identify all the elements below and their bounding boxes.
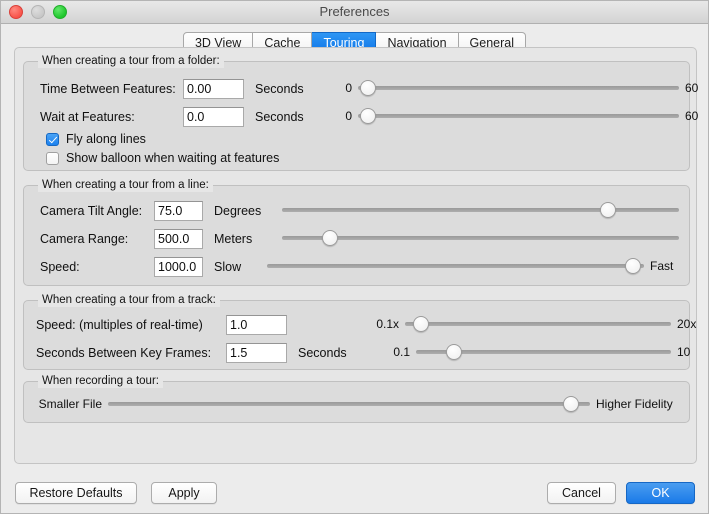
input-camera-tilt-angle[interactable] [154, 201, 203, 221]
restore-defaults-button[interactable]: Restore Defaults [15, 482, 137, 504]
label-speed-track: Speed: (multiples of real-time) [36, 318, 203, 332]
zoom-window-icon[interactable] [53, 5, 67, 19]
slider-thumb[interactable] [446, 344, 463, 360]
slider-time-between-features[interactable]: 0 60 [345, 78, 698, 98]
input-speed-line[interactable] [154, 257, 203, 277]
unit-camera-tilt-angle: Degrees [214, 204, 262, 218]
row-seconds-between-key-frames: Seconds Between Key Frames: Seconds [36, 342, 347, 364]
slider-min-recording-fidelity: Smaller File [38, 397, 102, 411]
group-recording-a-tour: When recording a tour: Smaller File High… [23, 374, 690, 423]
slider-recording-fidelity[interactable]: Smaller File Higher Fidelity [39, 394, 673, 414]
touring-tab-panel: When creating a tour from a folder: Time… [14, 47, 698, 464]
slider-thumb[interactable] [359, 80, 376, 96]
group-title-line: When creating a tour from a line: [38, 178, 213, 192]
row-camera-tilt-angle: Camera Tilt Angle: Degrees [40, 200, 276, 222]
slider-thumb[interactable] [321, 230, 338, 246]
unit-camera-range: Meters [214, 232, 253, 246]
preferences-window: Preferences 3D View Cache Touring Naviga… [0, 0, 709, 514]
slider-max-time-between-features: 60 [685, 81, 699, 95]
label-seconds-between-key-frames: Seconds Between Key Frames: [36, 346, 212, 360]
checkbox-label-show-balloon: Show balloon when waiting at features [66, 151, 280, 165]
group-title-track: When creating a tour from a track: [38, 293, 220, 307]
group-tour-from-track: When creating a tour from a track: Speed… [23, 293, 696, 370]
traffic-lights [9, 1, 67, 23]
slider-track [405, 322, 671, 326]
titlebar: Preferences [1, 1, 708, 24]
minimize-window-icon[interactable] [31, 5, 45, 19]
close-window-icon[interactable] [9, 5, 23, 19]
slider-thumb[interactable] [412, 316, 429, 332]
label-camera-tilt-angle: Camera Tilt Angle: [40, 204, 143, 218]
row-time-between-features: Time Between Features: Seconds [40, 78, 304, 100]
slider-min-speed-track: 0.1x [376, 317, 399, 331]
slider-max-speed-line: Fast [650, 259, 674, 273]
slider-track [282, 208, 679, 212]
unit-seconds-between-key-frames: Seconds [298, 346, 347, 360]
row-wait-at-features: Wait at Features: Seconds [40, 106, 304, 128]
group-title-recording: When recording a tour: [38, 374, 163, 388]
slider-min-wait-at-features: 0 [345, 109, 352, 123]
window-title: Preferences [319, 4, 390, 19]
group-tour-from-line: When creating a tour from a line: Camera… [23, 178, 690, 286]
label-time-between-features: Time Between Features: [40, 82, 176, 96]
input-wait-at-features[interactable] [183, 107, 244, 127]
label-wait-at-features: Wait at Features: [40, 110, 135, 124]
row-speed-line: Speed: Slow [40, 256, 276, 278]
slider-track [358, 86, 679, 90]
slider-max-speed-track: 20x [677, 317, 697, 331]
slider-speed-track[interactable]: 0.1x 20x [376, 314, 696, 334]
slider-thumb[interactable] [562, 396, 579, 412]
slider-thumb[interactable] [599, 202, 616, 218]
input-seconds-between-key-frames[interactable] [226, 343, 287, 363]
slider-min-time-between-features: 0 [345, 81, 352, 95]
checkbox-label-fly-along-lines: Fly along lines [66, 132, 146, 146]
checkbox-show-balloon[interactable]: Show balloon when waiting at features [46, 151, 279, 165]
unit-wait-at-features: Seconds [255, 110, 304, 124]
input-camera-range[interactable] [154, 229, 203, 249]
group-title-folder: When creating a tour from a folder: [38, 54, 224, 68]
cancel-button[interactable]: Cancel [547, 482, 616, 504]
slider-max-seconds-between-key-frames: 10 [677, 345, 691, 359]
slider-camera-tilt-angle[interactable] [282, 200, 679, 220]
slider-track [358, 114, 679, 118]
apply-button[interactable]: Apply [151, 482, 217, 504]
label-speed-line: Speed: [40, 260, 80, 274]
row-camera-range: Camera Range: Meters [40, 228, 276, 250]
ok-button[interactable]: OK [626, 482, 695, 504]
label-camera-range: Camera Range: [40, 232, 129, 246]
slider-thumb[interactable] [359, 108, 376, 124]
slider-track [267, 264, 644, 268]
input-speed-track[interactable] [226, 315, 287, 335]
input-time-between-features[interactable] [183, 79, 244, 99]
slider-wait-at-features[interactable]: 0 60 [345, 106, 698, 126]
row-speed-track: Speed: (multiples of real-time) [36, 314, 287, 336]
unit-time-between-features: Seconds [255, 82, 304, 96]
slider-seconds-between-key-frames[interactable]: 0.1 10 [393, 342, 690, 362]
checkbox-indicator-fly-along-lines[interactable] [46, 132, 59, 146]
checkbox-fly-along-lines[interactable]: Fly along lines [46, 132, 146, 146]
slider-track [108, 402, 590, 406]
slider-max-recording-fidelity: Higher Fidelity [596, 397, 673, 411]
slider-max-wait-at-features: 60 [685, 109, 699, 123]
slider-speed-line[interactable]: Fast [267, 256, 673, 276]
slider-min-seconds-between-key-frames: 0.1 [393, 345, 410, 359]
slider-track [282, 236, 679, 240]
group-tour-from-folder: When creating a tour from a folder: Time… [23, 54, 698, 171]
slider-camera-range[interactable] [282, 228, 679, 248]
checkbox-indicator-show-balloon[interactable] [46, 151, 59, 165]
slider-thumb[interactable] [624, 258, 641, 274]
